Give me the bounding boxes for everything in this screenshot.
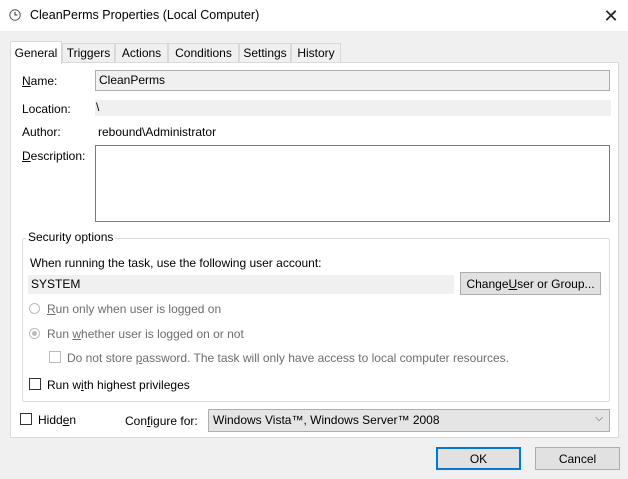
label-text: hether user is logged on or not [81,327,244,341]
tab-settings[interactable]: Settings [239,43,291,62]
label-text: ame: [30,74,58,88]
hidden-checkbox[interactable] [20,413,32,425]
tab-history[interactable]: History [291,43,341,62]
radio-run-when-logged-on[interactable] [29,303,40,314]
tab-label: General [14,46,58,60]
label-text: igure for: [150,414,198,428]
button-text: OK [469,451,488,466]
account-prompt: When running the task, use the following… [30,256,322,270]
clock-icon [9,9,21,21]
label-text: Hidd [38,413,63,427]
run-with-highest-privileges-checkbox[interactable] [29,378,41,390]
tab-conditions[interactable]: Conditions [168,43,239,62]
do-not-store-password-checkbox[interactable] [49,351,61,363]
cancel-button[interactable]: Cancel [535,447,620,470]
security-options-label: Security options [26,230,116,244]
configure-for-label: Configure for: [125,414,198,428]
tab-label: History [297,46,335,60]
button-text: Cancel [558,451,597,466]
close-button[interactable]: ✕ [598,4,624,28]
label-text: Con [125,414,148,428]
label-text: th highest privileges [83,378,190,392]
window-title: CleanPerms Properties (Local Computer) [30,8,260,22]
change-user-or-group-button[interactable]: Change User or Group... [460,272,601,295]
label-text: Run w [47,378,82,392]
ok-button[interactable]: OK [436,447,521,470]
tab-triggers[interactable]: Triggers [62,43,115,62]
label-text: un only when user is logged on [55,302,222,316]
tab-label: Triggers [66,46,111,60]
button-text: ser or Group... [517,276,595,291]
name-label: Name: [22,74,57,88]
mnemonic: U [508,276,518,291]
location-value: \ [95,100,611,116]
dropdown-value: Windows Vista™, Windows Server™ 2008 [213,413,440,427]
user-account-value: SYSTEM [28,275,454,294]
author-label: Author: [22,125,61,139]
do-not-store-password-label: Do not store password. The task will onl… [67,351,509,365]
hidden-label: Hidden [38,413,76,427]
radio-run-whether-logged-on[interactable] [29,328,40,339]
location-label: Location: [22,102,71,116]
title-bar: CleanPerms Properties (Local Computer) ✕ [0,0,628,31]
mnemonic: N [22,74,31,88]
label-text: Do not store [67,351,136,365]
author-value: rebound\Administrator [98,125,217,139]
description-textarea[interactable] [95,145,610,222]
mnemonic: D [22,149,31,163]
label-text: escription: [30,149,86,163]
tab-label: Conditions [175,46,232,60]
tab-label: Settings [243,46,287,60]
tab-actions[interactable]: Actions [115,43,168,62]
mnemonic: R [47,302,56,316]
tab-label: Actions [121,46,162,60]
chevron-down-icon: ⌵ [595,413,603,424]
description-label: Description: [22,149,85,163]
label-text: Run [47,327,73,341]
radio-run-when-logged-on-label: Run only when user is logged on [47,302,221,316]
name-field[interactable]: CleanPerms [95,70,610,91]
label-text: n [69,413,77,427]
label-text: assword. The task will only have access … [142,351,509,365]
button-text: Change [466,276,509,291]
configure-for-dropdown[interactable]: Windows Vista™, Windows Server™ 2008 ⌵ [208,409,610,432]
mnemonic: w [72,327,82,341]
radio-run-whether-logged-on-label: Run whether user is logged on or not [47,327,244,341]
tab-general[interactable]: General [10,41,62,64]
run-with-highest-privileges-label: Run with highest privileges [47,378,190,392]
close-icon: ✕ [603,5,619,26]
